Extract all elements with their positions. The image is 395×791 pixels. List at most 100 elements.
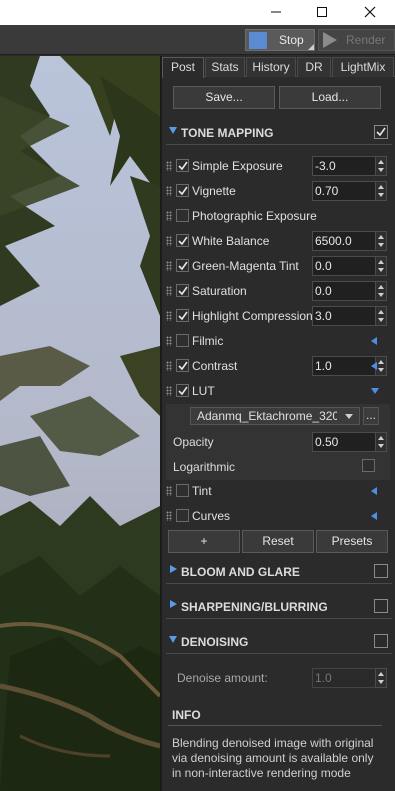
spin-down-icon[interactable] [378,168,384,172]
expand-arrow-icon[interactable] [371,487,377,495]
drag-handle-icon[interactable] [166,486,172,496]
maximize-button[interactable] [300,0,344,25]
layer-checkbox[interactable] [176,509,189,522]
layer-value-input[interactable]: 1.0 [312,356,387,376]
spin-down-icon[interactable] [378,318,384,322]
collapse-arrow-icon[interactable] [371,388,379,394]
layer-checkbox[interactable] [176,159,189,172]
drag-handle-icon[interactable] [166,511,172,521]
drag-handle-icon[interactable] [166,286,172,296]
render-viewport[interactable] [0,56,160,791]
layer-filmic[interactable]: Filmic [162,330,395,352]
spin-down-icon[interactable] [378,243,384,247]
drag-handle-icon[interactable] [166,311,172,321]
spinner-buttons[interactable] [375,181,387,201]
layer-photographic-exposure[interactable]: Photographic Exposure [162,205,395,227]
denoising-header[interactable]: DENOISING [166,631,392,654]
layer-checkbox[interactable] [176,234,189,247]
lut-browse-button[interactable]: ... [363,407,379,425]
expand-arrow-icon[interactable] [371,512,377,520]
layer-checkbox[interactable] [176,209,189,222]
layer-value-input[interactable]: -3.0 [312,156,387,176]
layer-tint[interactable]: Tint [162,480,395,502]
layer-green-magenta-tint[interactable]: Green-Magenta Tint 0.0 [162,255,395,277]
layer-checkbox[interactable] [176,184,189,197]
minimize-button[interactable] [254,0,298,25]
layer-checkbox[interactable] [176,259,189,272]
layer-white-balance[interactable]: White Balance 6500.0 [162,230,395,252]
drag-handle-icon[interactable] [166,211,172,221]
sharpening-blurring-header[interactable]: SHARPENING/BLURRING [166,596,392,619]
spin-down-icon[interactable] [378,444,384,448]
layer-checkbox[interactable] [176,284,189,297]
layer-checkbox[interactable] [176,309,189,322]
add-layer-button[interactable]: + [168,530,240,553]
layer-checkbox[interactable] [176,384,189,397]
spinner-buttons[interactable] [375,306,387,326]
bloom-glare-header[interactable]: BLOOM AND GLARE [166,561,392,584]
spinner-buttons[interactable] [375,281,387,301]
drag-handle-icon[interactable] [166,336,172,346]
spin-down-icon[interactable] [378,268,384,272]
tone-mapping-enable-checkbox[interactable] [374,125,388,139]
layer-simple-exposure[interactable]: Simple Exposure -3.0 [162,155,395,177]
layer-checkbox[interactable] [176,484,189,497]
tab-stats[interactable]: Stats [205,57,245,77]
layer-vignette[interactable]: Vignette 0.70 [162,180,395,202]
presets-button[interactable]: Presets [316,530,388,553]
save-button[interactable]: Save... [173,86,275,109]
denoise-enable-checkbox[interactable] [374,634,388,648]
expand-arrow-icon[interactable] [371,362,377,370]
tab-dr[interactable]: DR [297,57,331,77]
layer-checkbox[interactable] [176,334,189,347]
stop-button[interactable]: Stop [245,29,315,51]
layer-highlight-compression[interactable]: Highlight Compression 3.0 [162,305,395,327]
spin-up-icon[interactable] [378,235,384,239]
load-button[interactable]: Load... [279,86,381,109]
spin-up-icon[interactable] [378,260,384,264]
layer-value-input[interactable]: 0.0 [312,281,387,301]
tone-mapping-header[interactable]: TONE MAPPING [166,122,392,145]
spin-up-icon[interactable] [378,360,384,364]
render-button[interactable]: Render [318,29,395,51]
logarithmic-checkbox[interactable] [362,459,375,472]
layer-contrast[interactable]: Contrast 1.0 [162,355,395,377]
opacity-input[interactable]: 0.50 [312,432,387,452]
tab-lightmix[interactable]: LightMix [332,57,394,77]
tab-post[interactable]: Post [162,57,204,78]
spin-up-icon[interactable] [378,436,384,440]
reset-button[interactable]: Reset [242,530,314,553]
bloom-enable-checkbox[interactable] [374,564,388,578]
spin-up-icon[interactable] [378,185,384,189]
layer-saturation[interactable]: Saturation 0.0 [162,280,395,302]
lut-file-dropdown[interactable]: Adanmq_Ektachrome_320t [190,407,360,425]
layer-checkbox[interactable] [176,359,189,372]
drag-handle-icon[interactable] [166,261,172,271]
spin-down-icon[interactable] [378,193,384,197]
layer-lut[interactable]: LUT [162,380,395,402]
layer-value-input[interactable]: 0.0 [312,256,387,276]
spinner-buttons[interactable] [375,156,387,176]
layer-value-input[interactable]: 3.0 [312,306,387,326]
layer-curves[interactable]: Curves [162,505,395,527]
spinner-buttons[interactable] [375,231,387,251]
drag-handle-icon[interactable] [166,361,172,371]
close-button[interactable] [348,0,392,25]
tab-history[interactable]: History [246,57,296,77]
spinner-buttons[interactable] [375,668,387,688]
drag-handle-icon[interactable] [166,186,172,196]
spin-up-icon[interactable] [378,160,384,164]
layer-value-input[interactable]: 0.70 [312,181,387,201]
layer-value-input[interactable]: 6500.0 [312,231,387,251]
spin-up-icon[interactable] [378,285,384,289]
spinner-buttons[interactable] [375,256,387,276]
expand-arrow-icon[interactable] [371,337,377,345]
spin-up-icon[interactable] [378,672,384,676]
drag-handle-icon[interactable] [166,161,172,171]
spin-down-icon[interactable] [378,293,384,297]
drag-handle-icon[interactable] [166,236,172,246]
spin-down-icon[interactable] [378,368,384,372]
spinner-buttons[interactable] [375,432,387,452]
spin-up-icon[interactable] [378,310,384,314]
denoise-amount-input[interactable]: 1.0 [312,668,387,688]
